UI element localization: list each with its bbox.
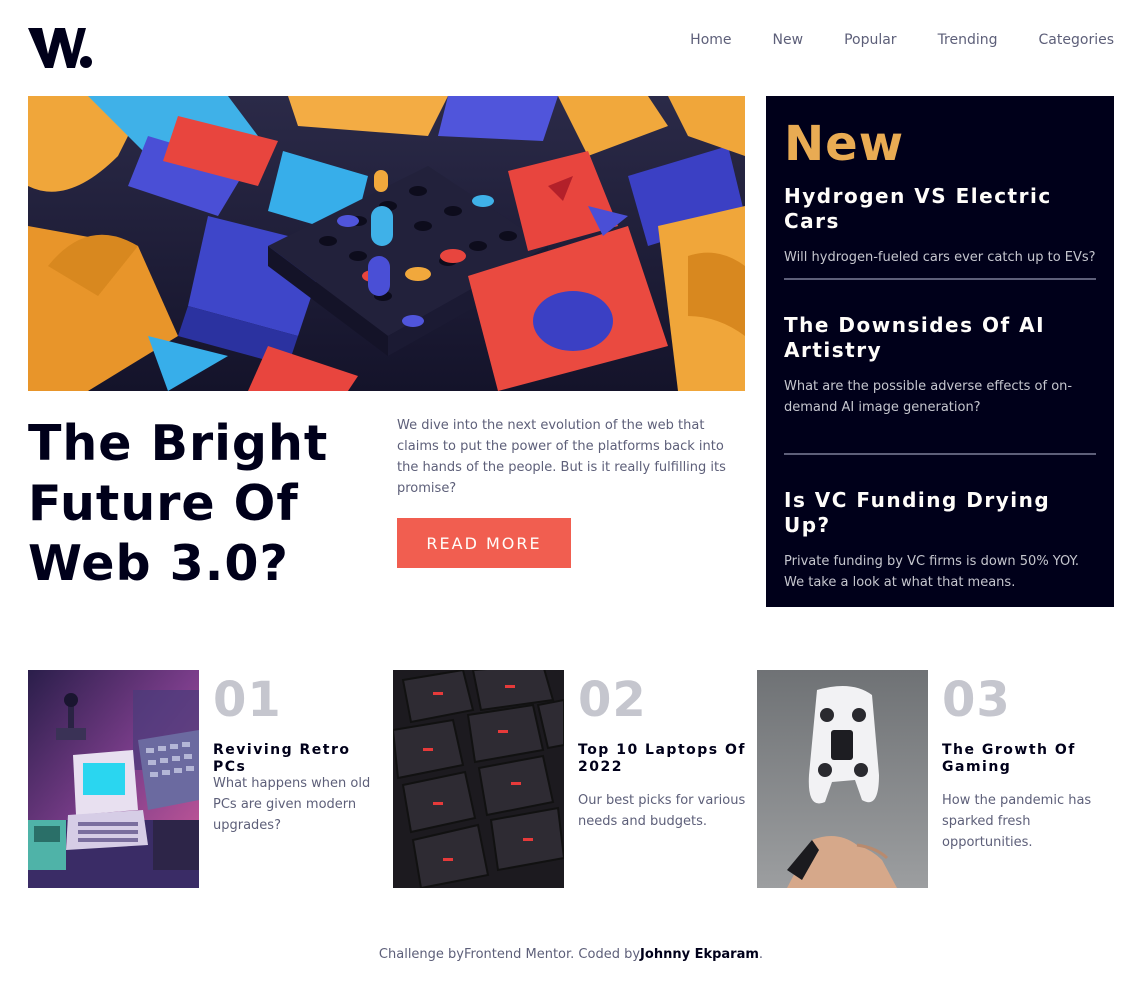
card-description: How the pandemic has sparked fresh oppor… [942,793,1092,850]
new-article-description: Private funding by VC firms is down 50% … [784,554,1079,590]
article-card[interactable]: 03 The Growth Of Gaming How the pandemic… [757,670,1114,888]
new-article-description: What are the possible adverse effects of… [784,379,1073,415]
nav-categories-link[interactable]: Categories [1039,30,1114,50]
footer-middle: . Coded by [570,947,641,962]
nav-popular-link[interactable]: Popular [844,30,897,50]
hero-description: We dive into the next evolution of the w… [397,418,726,496]
footer-attribution: Challenge byFrontend Mentor. Coded byJoh… [0,945,1142,965]
footer-prefix: Challenge by [378,947,464,962]
new-article-title[interactable]: Is VC Funding Drying Up? [784,488,1096,538]
new-article-title[interactable]: Hydrogen VS Electric Cars [784,184,1096,234]
new-article-description: Will hydrogen-fueled cars ever catch up … [784,250,1096,265]
read-more-button[interactable]: READ MORE [397,518,571,568]
card-title[interactable]: Top 10 Laptops Of 2022 [578,742,748,776]
coder-link[interactable]: Johnny Ekparam [640,947,759,962]
card-number: 03 [942,672,1011,728]
hero-image [28,96,745,391]
article-card[interactable]: 02 Top 10 Laptops Of 2022 Our best picks… [393,670,750,888]
main-nav: Home New Popular Trending Categories [690,30,1114,50]
keyboard-image [393,670,564,888]
article-card[interactable]: 01 Reviving Retro PCs What happens when … [28,670,385,888]
divider [784,453,1096,455]
new-articles-panel: New Hydrogen VS Electric Cars Will hydro… [766,96,1114,607]
card-number: 01 [213,672,282,728]
footer-suffix: . [758,947,764,962]
new-article-title[interactable]: The Downsides Of AI Artistry [784,313,1096,363]
gamepad-image [757,670,928,888]
new-article-item[interactable]: The Downsides Of AI Artistry What are th… [784,313,1096,418]
card-number: 02 [578,672,647,728]
nav-new-link[interactable]: New [773,30,804,50]
divider [784,278,1096,280]
frontend-mentor-link[interactable]: Frontend Mentor [464,947,570,962]
card-title[interactable]: Reviving Retro PCs [213,742,383,776]
nav-home-link[interactable]: Home [690,30,731,50]
retro-pc-image [28,670,199,888]
card-title[interactable]: The Growth Of Gaming [942,742,1112,776]
new-panel-heading: New [784,116,905,172]
card-description: Our best picks for various needs and bud… [578,793,746,829]
new-article-item[interactable]: Hydrogen VS Electric Cars Will hydrogen-… [784,184,1096,268]
nav-trending-link[interactable]: Trending [938,30,998,50]
site-logo[interactable] [28,28,93,68]
new-article-item[interactable]: Is VC Funding Drying Up? Private funding… [784,488,1096,593]
hero-title: The Bright Future Of Web 3.0? [28,415,329,592]
card-description: What happens when old PCs are given mode… [213,776,371,833]
